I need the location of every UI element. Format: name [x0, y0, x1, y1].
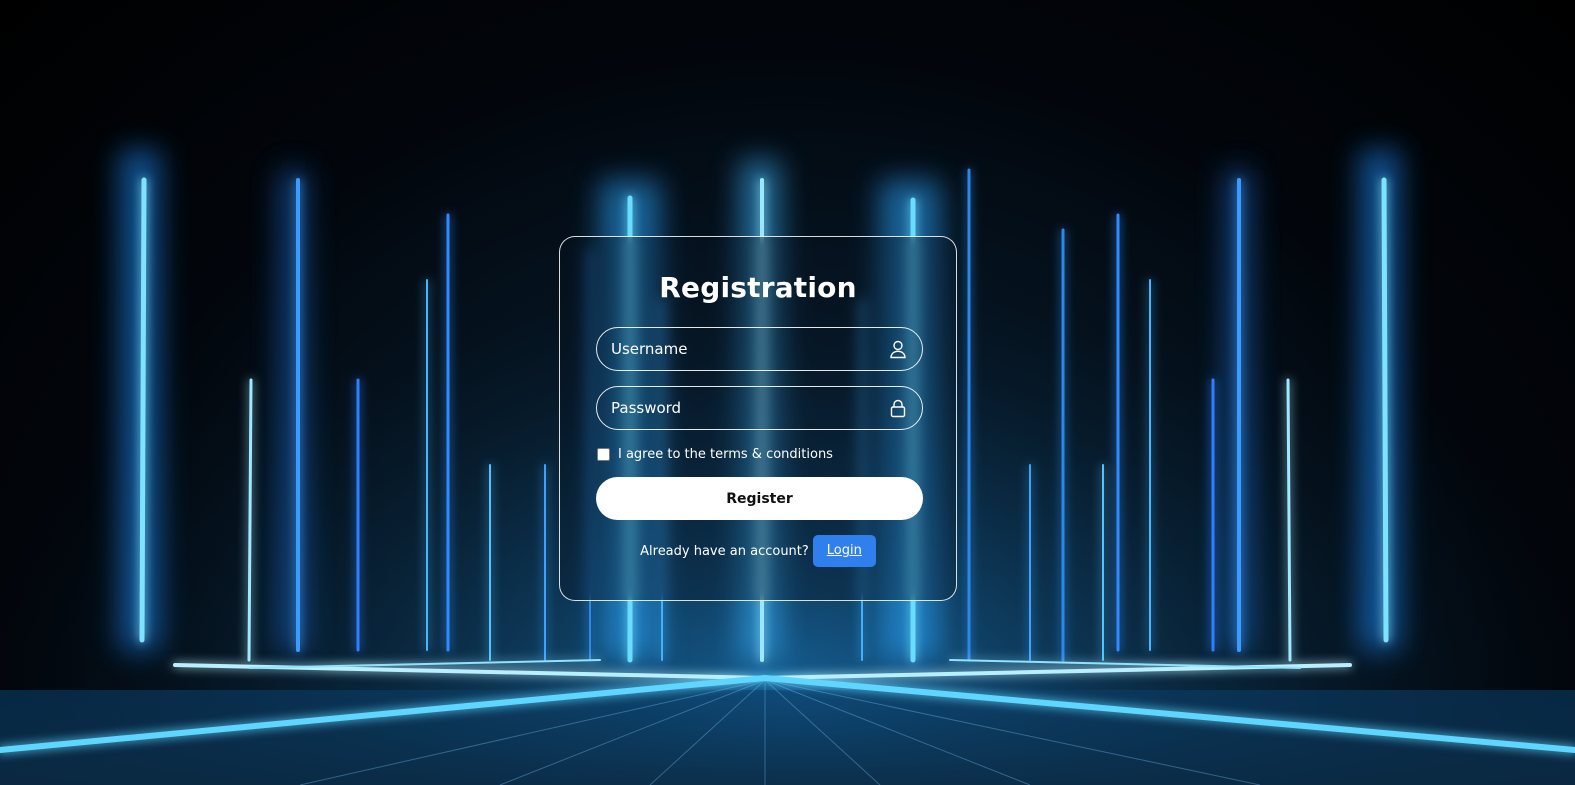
password-input[interactable]	[611, 387, 871, 429]
form-title: Registration	[659, 271, 857, 304]
username-input[interactable]	[611, 328, 871, 370]
password-field-wrapper	[596, 386, 923, 430]
login-row: Already have an account? Login	[560, 535, 956, 567]
lock-icon	[890, 399, 906, 418]
registration-card: Registration I agree to the terms & cond…	[559, 236, 957, 601]
terms-label: I agree to the terms & conditions	[618, 446, 833, 462]
login-link[interactable]: Login	[812, 535, 876, 567]
terms-checkbox[interactable]	[597, 447, 610, 461]
username-field-wrapper	[596, 327, 923, 371]
page-background: Registration I agree to the terms & cond…	[0, 0, 1575, 785]
register-button[interactable]: Register	[596, 477, 923, 520]
login-prompt: Already have an account?	[640, 543, 809, 559]
terms-row[interactable]: I agree to the terms & conditions	[596, 445, 833, 463]
user-icon	[890, 340, 906, 359]
